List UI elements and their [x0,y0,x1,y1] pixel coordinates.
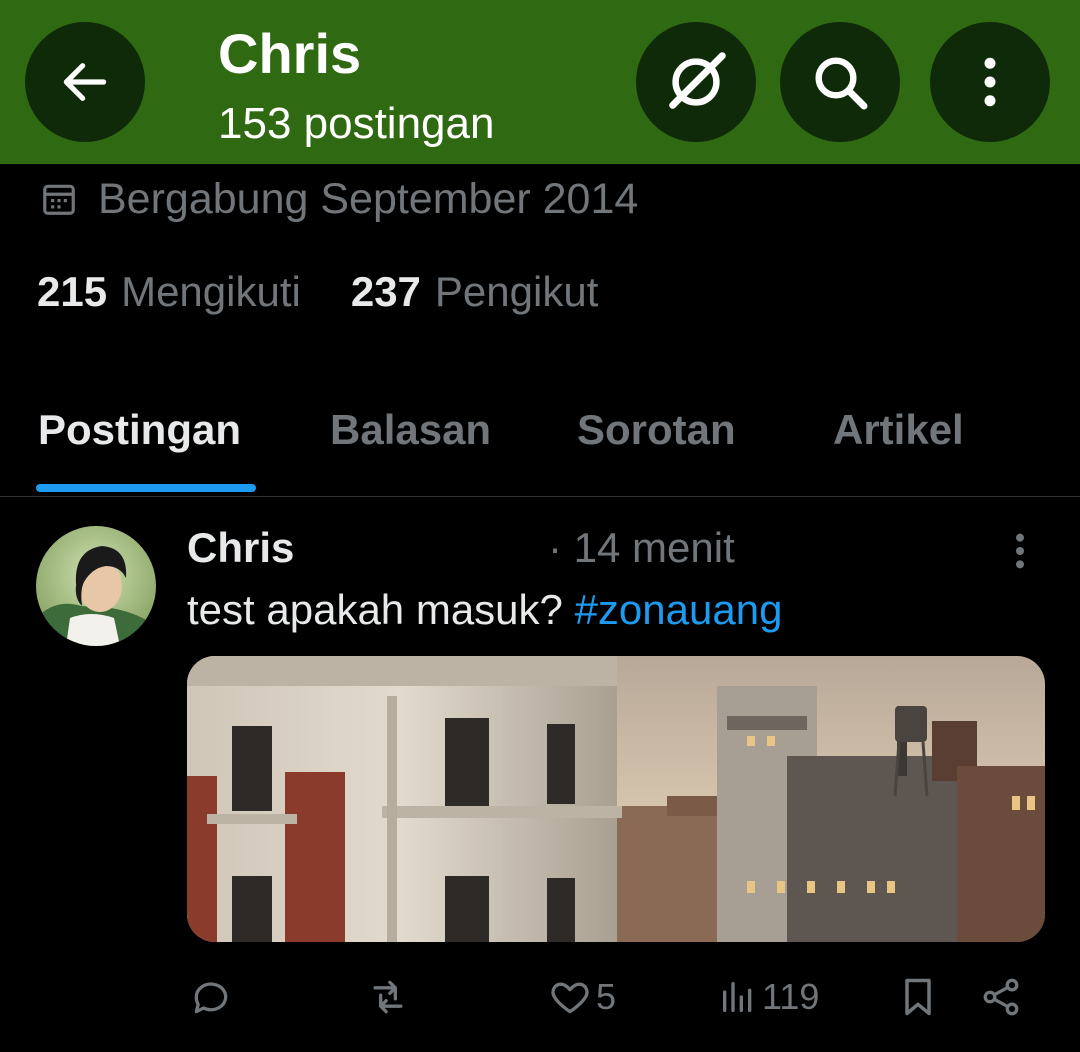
reply-icon [194,982,228,1014]
bookmark-button[interactable] [896,972,940,1022]
post-body: test apakah masuk? [187,586,563,633]
view-count: 119 [762,976,820,1017]
joined-text: Bergabung September 2014 [98,174,639,223]
tab-postingan[interactable]: Postingan [38,406,241,454]
profile-tabs: Postingan Balasan Sorotan Artikel [0,396,1080,497]
active-tab-indicator [36,484,256,492]
avatar[interactable] [36,526,156,646]
post-text: test apakah masuk? #zonauang [187,586,782,634]
followers-label: Pengikut [434,268,599,315]
following-label: Mengikuti [121,268,301,315]
share-icon [983,978,1019,1016]
followers-link[interactable]: 237 Pengikut [351,268,599,316]
like-button[interactable]: 5 [548,972,616,1022]
post-count: 153 postingan [218,99,495,148]
heart-icon [551,982,589,1014]
post-actions: 5 119 [0,972,1080,1028]
analytics-icon [723,982,752,1012]
more-options-button[interactable] [930,22,1050,142]
more-vertical-icon [984,57,996,107]
tab-balasan[interactable]: Balasan [330,406,491,454]
profile-header: Chris 153 postingan [0,0,1080,164]
grok-icon [669,52,726,109]
header-name: Chris [218,22,362,85]
share-button[interactable] [979,972,1023,1022]
following-link[interactable]: 215 Mengikuti [37,268,301,316]
like-count: 5 [596,976,617,1017]
post-image[interactable] [187,656,1045,942]
more-vertical-icon [1016,533,1024,569]
grok-button[interactable] [636,22,756,142]
post-time[interactable]: · 14 menit [548,524,735,572]
back-button[interactable] [25,22,145,142]
repost-icon [373,980,403,1014]
search-icon [815,57,868,110]
follow-stats: 215 Mengikuti 237 Pengikut [37,268,598,316]
arrow-left-icon [63,63,107,101]
tab-sorotan[interactable]: Sorotan [577,406,736,454]
post-more-button[interactable] [1002,530,1038,572]
bookmark-icon [905,978,931,1016]
post-author[interactable]: Chris [187,524,294,572]
joined-date: Bergabung September 2014 [40,174,638,224]
repost-button[interactable] [364,972,412,1022]
following-count: 215 [37,268,108,315]
followers-count: 237 [350,268,421,315]
calendar-icon [43,184,75,215]
views-button[interactable]: 119 [718,972,819,1022]
reply-button[interactable] [189,972,233,1022]
search-button[interactable] [780,22,900,142]
tab-artikel[interactable]: Artikel [833,406,964,454]
hashtag-link[interactable]: #zonauang [575,586,783,633]
